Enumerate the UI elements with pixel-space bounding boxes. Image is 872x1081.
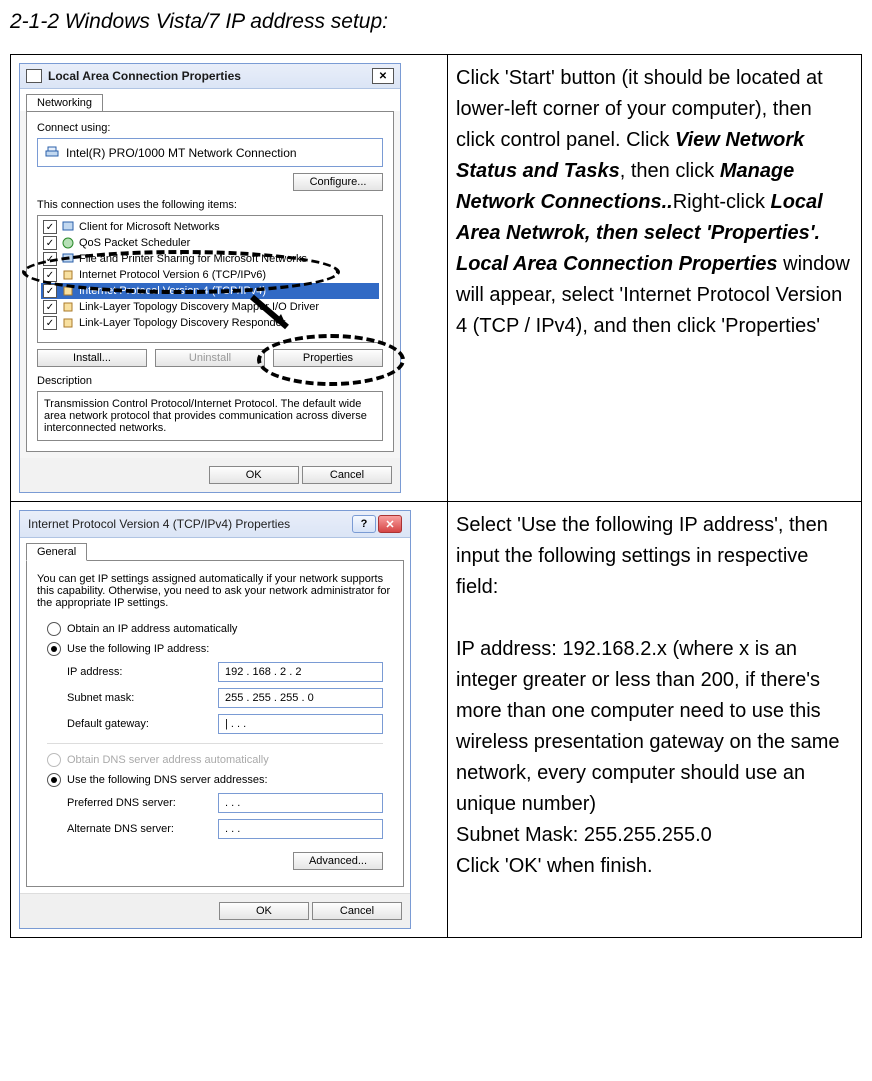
instr-p1: Select 'Use the following IP address', t…: [456, 510, 853, 603]
radio-use-ip[interactable]: Use the following IP address:: [47, 639, 383, 659]
ipv4-dialog-footer: OK Cancel: [20, 893, 410, 928]
items-label: This connection uses the following items…: [37, 199, 383, 211]
uninstall-button: Uninstall: [155, 349, 265, 367]
subnet-mask-label: Subnet mask:: [47, 692, 218, 704]
checkbox-icon[interactable]: ✓: [43, 300, 57, 314]
radio-auto-dns: Obtain DNS server address automatically: [47, 750, 383, 770]
checkbox-icon[interactable]: ✓: [43, 268, 57, 282]
ipv4-tab-strip: General: [20, 538, 410, 560]
preferred-dns-label: Preferred DNS server:: [47, 797, 218, 809]
tab-networking[interactable]: Networking: [26, 94, 103, 112]
instruction-text-1: Click 'Start' button (it should be locat…: [448, 55, 862, 502]
ipv4-dialog: Internet Protocol Version 4 (TCP/IPv4) P…: [19, 510, 411, 929]
list-item-label: Internet Protocol Version 4 (TCP/IPv4): [79, 285, 266, 297]
instruction-table: Local Area Connection Properties ✕ Netwo…: [10, 54, 862, 938]
install-button[interactable]: Install...: [37, 349, 147, 367]
lacp-panel: Connect using: Intel(R) PRO/1000 MT Netw…: [26, 111, 394, 452]
checkbox-icon[interactable]: ✓: [43, 316, 57, 330]
dialog-footer: OK Cancel: [20, 458, 400, 492]
ipv4-icon: [61, 284, 75, 298]
nic-icon: [44, 143, 66, 162]
checkbox-icon[interactable]: ✓: [43, 252, 57, 266]
items-listbox[interactable]: ✓ Client for Microsoft Networks ✓ QoS Pa…: [37, 215, 383, 343]
cancel-button[interactable]: Cancel: [302, 466, 392, 484]
ip-address-label: IP address:: [47, 666, 218, 678]
radio-label: Obtain an IP address automatically: [67, 623, 237, 635]
ipv4-panel: You can get IP settings assigned automat…: [26, 560, 404, 887]
instruction-text-2: Select 'Use the following IP address', t…: [448, 502, 862, 938]
advanced-button[interactable]: Advanced...: [293, 852, 383, 870]
list-item[interactable]: ✓ Client for Microsoft Networks: [41, 219, 379, 235]
description-label: Description: [37, 375, 383, 387]
help-button[interactable]: ?: [352, 515, 376, 533]
instr-p4: Click 'OK' when finish.: [456, 851, 853, 882]
list-item[interactable]: ✓ Link-Layer Topology Discovery Mapper I…: [41, 299, 379, 315]
client-icon: [61, 220, 75, 234]
configure-button[interactable]: Configure...: [293, 173, 383, 191]
list-item[interactable]: ✓ Internet Protocol Version 6 (TCP/IPv6): [41, 267, 379, 283]
intro-text: You can get IP settings assigned automat…: [37, 571, 393, 619]
lacp-dialog: Local Area Connection Properties ✕ Netwo…: [19, 63, 401, 493]
tab-general[interactable]: General: [26, 543, 87, 561]
ipv4-titlebar: Internet Protocol Version 4 (TCP/IPv4) P…: [20, 511, 410, 538]
radio-label: Obtain DNS server address automatically: [67, 754, 269, 766]
description-text: Transmission Control Protocol/Internet P…: [37, 391, 383, 441]
instr-text: Right-click: [673, 191, 771, 213]
ipv4-title: Internet Protocol Version 4 (TCP/IPv4) P…: [28, 517, 290, 531]
alternate-dns-label: Alternate DNS server:: [47, 823, 218, 835]
list-item-label: Link-Layer Topology Discovery Mapper I/O…: [79, 301, 319, 313]
ipv6-icon: [61, 268, 75, 282]
list-item-label: Internet Protocol Version 6 (TCP/IPv6): [79, 269, 266, 281]
instr-p2: IP address: 192.168.2.x (where x is an i…: [456, 634, 853, 820]
page-title: 2-1-2 Windows Vista/7 IP address setup:: [10, 10, 862, 34]
properties-button[interactable]: Properties: [273, 349, 383, 367]
list-item-label: QoS Packet Scheduler: [79, 237, 190, 249]
radio-auto-ip[interactable]: Obtain an IP address automatically: [47, 619, 383, 639]
window-icon: [26, 69, 42, 83]
sharing-icon: [61, 252, 75, 266]
radio-icon: [47, 622, 61, 636]
list-item-label: Client for Microsoft Networks: [79, 221, 220, 233]
ip-address-input[interactable]: 192 . 168 . 2 . 2: [218, 662, 383, 682]
radio-label: Use the following DNS server addresses:: [67, 774, 268, 786]
llt-responder-icon: [61, 316, 75, 330]
screenshot-cell-1: Local Area Connection Properties ✕ Netwo…: [11, 55, 448, 502]
radio-use-dns[interactable]: Use the following DNS server addresses:: [47, 770, 383, 790]
gateway-input[interactable]: | . . .: [218, 714, 383, 734]
checkbox-icon[interactable]: ✓: [43, 236, 57, 250]
gateway-label: Default gateway:: [47, 718, 218, 730]
tab-strip: Networking: [20, 89, 400, 111]
close-button[interactable]: ✕: [378, 515, 402, 533]
radio-label: Use the following IP address:: [67, 643, 209, 655]
lacp-title: Local Area Connection Properties: [48, 69, 241, 83]
subnet-mask-input[interactable]: 255 . 255 . 255 . 0: [218, 688, 383, 708]
screenshot-cell-2: Internet Protocol Version 4 (TCP/IPv4) P…: [11, 502, 448, 938]
list-item[interactable]: ✓ File and Printer Sharing for Microsoft…: [41, 251, 379, 267]
list-item[interactable]: ✓ Link-Layer Topology Discovery Responde…: [41, 315, 379, 331]
close-button[interactable]: ✕: [372, 68, 394, 84]
adapter-box: Intel(R) PRO/1000 MT Network Connection: [37, 138, 383, 167]
alternate-dns-input[interactable]: . . .: [218, 819, 383, 839]
llt-mapper-icon: [61, 300, 75, 314]
ok-button[interactable]: OK: [209, 466, 299, 484]
checkbox-icon[interactable]: ✓: [43, 220, 57, 234]
instr-p3: Subnet Mask: 255.255.255.0: [456, 820, 853, 851]
lacp-titlebar: Local Area Connection Properties ✕: [20, 64, 400, 89]
preferred-dns-input[interactable]: . . .: [218, 793, 383, 813]
radio-icon: [47, 753, 61, 767]
radio-icon: [47, 642, 61, 656]
checkbox-icon[interactable]: ✓: [43, 284, 57, 298]
list-item[interactable]: ✓ QoS Packet Scheduler: [41, 235, 379, 251]
connect-using-label: Connect using:: [37, 122, 383, 134]
list-item-label: File and Printer Sharing for Microsoft N…: [79, 253, 307, 265]
list-item-selected[interactable]: ✓ Internet Protocol Version 4 (TCP/IPv4): [41, 283, 379, 299]
cancel-button[interactable]: Cancel: [312, 902, 402, 920]
instr-text: , then click: [620, 160, 720, 182]
list-item-label: Link-Layer Topology Discovery Responder: [79, 317, 285, 329]
radio-icon: [47, 773, 61, 787]
adapter-name: Intel(R) PRO/1000 MT Network Connection: [66, 146, 297, 160]
ok-button[interactable]: OK: [219, 902, 309, 920]
qos-icon: [61, 236, 75, 250]
